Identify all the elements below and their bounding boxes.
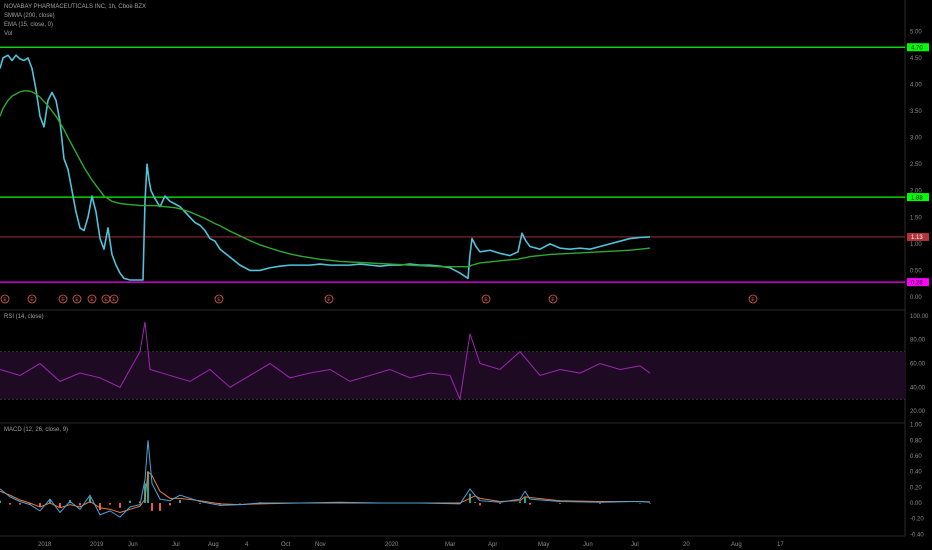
price-level-label: 1.13 xyxy=(911,235,923,241)
macd-axis-tick: 1.00 xyxy=(910,423,922,429)
macd-histogram-bar xyxy=(179,499,181,504)
rsi-axis-tick: 40.00 xyxy=(910,385,926,391)
time-axis-label: 2020 xyxy=(385,542,399,548)
time-axis-label: May xyxy=(538,542,549,548)
price-axis-tick: 3.50 xyxy=(910,109,922,115)
macd-histogram-bar xyxy=(499,503,501,504)
time-axis-label: Aug xyxy=(208,542,219,548)
macd-histogram-bar xyxy=(99,503,101,511)
time-axis-label: 2018 xyxy=(38,542,52,548)
macd-histogram-bar xyxy=(151,503,153,511)
macd-axis-tick: 0.40 xyxy=(910,470,922,476)
rsi-axis-tick: 100.00 xyxy=(910,314,929,320)
price-level-label: 4.70 xyxy=(911,45,923,51)
macd-histogram-bar xyxy=(519,501,521,504)
macd-histogram-bar xyxy=(239,503,241,504)
macd-histogram-bar xyxy=(79,503,81,506)
volume-legend[interactable]: Vol xyxy=(4,31,12,37)
macd-histogram-bar xyxy=(599,503,601,504)
macd-axis-tick: 0.80 xyxy=(910,438,922,444)
macd-histogram-bar xyxy=(559,503,561,504)
time-axis-label: 20 xyxy=(683,542,690,548)
time-axis-label: 17 xyxy=(777,542,784,548)
time-axis-label: Jul xyxy=(631,542,639,548)
price-axis-tick: 4.00 xyxy=(910,82,922,88)
macd-histogram-bar xyxy=(119,503,121,508)
price-axis-tick: 1.00 xyxy=(910,242,922,248)
macd-histogram-bar xyxy=(649,503,651,504)
macd-histogram-bar xyxy=(474,502,476,504)
price-axis-tick: 0.50 xyxy=(910,268,922,274)
trading-chart: 5.004.504.003.503.002.502.001.501.000.50… xyxy=(0,0,932,550)
macd-histogram-bar xyxy=(9,503,11,505)
time-axis-label: 2019 xyxy=(90,542,104,548)
price-axis-tick: 0.00 xyxy=(910,295,922,301)
symbol-title: NOVABAY PHARMACEUTICALS INC, 1h, Cboe BZ… xyxy=(4,4,146,10)
price-axis-tick: 3.00 xyxy=(910,136,922,142)
price-axis-tick: 1.50 xyxy=(910,215,922,221)
macd-histogram-bar xyxy=(19,503,21,505)
ema-legend[interactable]: EMA (15, close, 0) xyxy=(4,22,53,28)
macd-axis-tick: 0.60 xyxy=(910,454,922,460)
time-axis-label: Aug xyxy=(731,542,742,548)
time-axis-label: Nov xyxy=(315,542,326,548)
macd-axis-tick: 0.20 xyxy=(910,485,922,491)
macd-legend[interactable]: MACD (12, 26, close, 9) xyxy=(4,427,68,433)
macd-axis-tick: -0.20 xyxy=(910,517,924,523)
price-axis-tick: 5.00 xyxy=(910,29,922,35)
macd-histogram-bar xyxy=(199,503,201,504)
price-level-label: 1.88 xyxy=(911,195,923,201)
macd-histogram-bar xyxy=(109,503,111,505)
smma-legend[interactable]: SMMA (200, close) xyxy=(4,13,55,19)
time-axis-label: Apr xyxy=(488,542,497,548)
macd-histogram-bar xyxy=(129,500,131,504)
macd-histogram-bar xyxy=(479,503,481,506)
price-level-label: 0.28 xyxy=(911,280,923,286)
rsi-legend[interactable]: RSI (14, close) xyxy=(4,314,44,320)
time-axis-label: Oct xyxy=(281,542,291,548)
price-axis-tick: 2.50 xyxy=(910,162,922,168)
rsi-axis-tick: 80.00 xyxy=(910,338,926,344)
macd-axis-tick: 0.00 xyxy=(910,501,922,507)
macd-histogram-bar xyxy=(524,497,526,504)
rsi-axis-tick: 60.00 xyxy=(910,362,926,368)
macd-histogram-bar xyxy=(529,503,531,505)
time-axis-label: Jun xyxy=(128,542,138,548)
time-axis-label: Jul xyxy=(172,542,180,548)
time-axis-label: Mar xyxy=(445,542,455,548)
chart-background xyxy=(0,0,932,550)
price-axis-tick: 4.50 xyxy=(910,56,922,62)
time-axis-label: Jun xyxy=(583,542,593,548)
macd-axis-tick: -0.40 xyxy=(910,532,924,538)
rsi-axis-tick: 20.00 xyxy=(910,409,926,415)
macd-histogram-bar xyxy=(169,503,171,506)
macd-histogram-bar xyxy=(159,503,161,511)
macd-histogram-bar xyxy=(639,503,641,504)
macd-histogram-bar xyxy=(0,500,1,504)
